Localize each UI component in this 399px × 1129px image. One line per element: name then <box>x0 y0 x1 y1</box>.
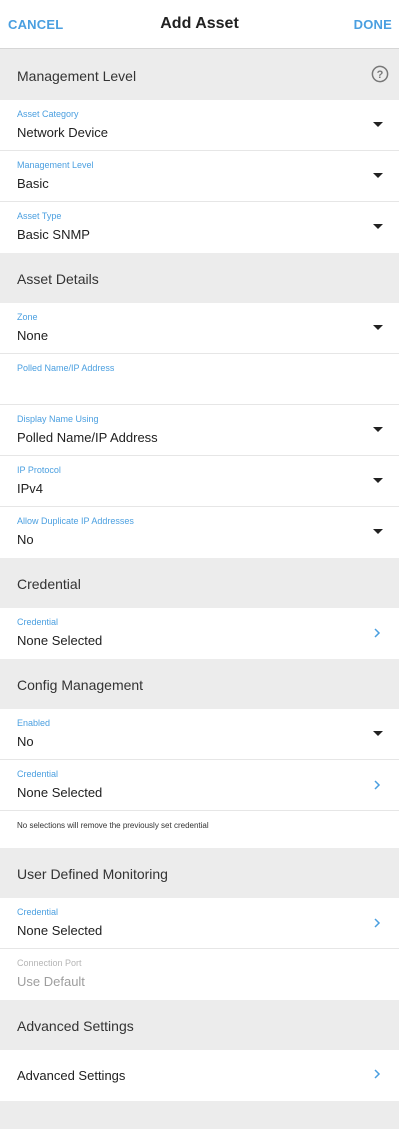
dropdown-caret-icon <box>373 122 383 127</box>
config-enabled-select[interactable]: Enabled No <box>0 709 399 760</box>
section-user-defined-monitoring: User Defined Monitoring <box>0 848 399 898</box>
field-label: Connection Port <box>17 958 82 968</box>
chevron-right-icon <box>374 918 381 928</box>
advanced-settings-label: Advanced Settings <box>17 1068 126 1083</box>
help-icon[interactable]: ? <box>371 65 389 83</box>
section-management-level: Management Level ? <box>0 50 399 100</box>
management-level-select[interactable]: Management Level Basic <box>0 151 399 202</box>
field-label: Credential <box>17 907 59 917</box>
field-value: Basic <box>17 176 49 191</box>
asset-category-select[interactable]: Asset Category Network Device <box>0 100 399 151</box>
field-label: Management Level <box>17 160 94 170</box>
field-value: Use Default <box>17 974 85 989</box>
field-value: None Selected <box>17 633 103 648</box>
field-value: IPv4 <box>17 481 44 496</box>
field-label: Enabled <box>17 718 51 728</box>
display-name-using-select[interactable]: Display Name Using Polled Name/IP Addres… <box>0 405 399 456</box>
dropdown-caret-icon <box>373 427 383 432</box>
field-label: Zone <box>17 312 38 322</box>
section-title: Advanced Settings <box>17 1018 134 1034</box>
field-value: Basic SNMP <box>17 227 90 242</box>
udm-credential-picker[interactable]: Credential None Selected <box>0 898 399 949</box>
section-title: Credential <box>17 576 81 592</box>
field-value: None Selected <box>17 785 103 800</box>
field-label: Asset Category <box>17 109 79 119</box>
dropdown-caret-icon <box>373 173 383 178</box>
asset-type-select[interactable]: Asset Type Basic SNMP <box>0 202 399 253</box>
credential-picker[interactable]: Credential None Selected <box>0 608 399 659</box>
section-title: User Defined Monitoring <box>17 866 168 882</box>
dropdown-caret-icon <box>373 731 383 736</box>
zone-select[interactable]: Zone None <box>0 303 399 354</box>
section-asset-details: Asset Details <box>0 253 399 303</box>
helper-note: No selections will remove the previously… <box>17 821 209 830</box>
field-label: Display Name Using <box>17 414 99 424</box>
done-button[interactable]: DONE <box>354 17 392 32</box>
chevron-right-icon <box>374 628 381 638</box>
section-title: Management Level <box>17 68 137 84</box>
connection-port-field: Connection Port Use Default <box>0 949 399 1000</box>
section-title: Asset Details <box>17 271 99 287</box>
field-label: Polled Name/IP Address <box>17 363 115 373</box>
field-value: None Selected <box>17 923 103 938</box>
field-value: None <box>17 328 49 343</box>
field-label: Credential <box>17 617 59 627</box>
advanced-settings-link[interactable]: Advanced Settings <box>0 1050 399 1101</box>
polled-name-input[interactable]: Polled Name/IP Address <box>0 354 399 405</box>
chevron-right-icon <box>374 780 381 790</box>
config-note-row: No selections will remove the previously… <box>0 811 399 848</box>
config-credential-picker[interactable]: Credential None Selected <box>0 760 399 811</box>
section-title: Config Management <box>17 677 144 693</box>
field-label: Credential <box>17 769 59 779</box>
svg-text:?: ? <box>377 69 384 81</box>
field-value: Polled Name/IP Address <box>17 430 158 445</box>
chevron-right-icon <box>374 1069 381 1079</box>
allow-duplicate-ip-select[interactable]: Allow Duplicate IP Addresses No <box>0 507 399 558</box>
field-label: IP Protocol <box>17 465 61 475</box>
section-config-management: Config Management <box>0 659 399 709</box>
dropdown-caret-icon <box>373 478 383 483</box>
field-label: Allow Duplicate IP Addresses <box>17 516 134 526</box>
dropdown-caret-icon <box>373 224 383 229</box>
section-advanced-settings: Advanced Settings <box>0 1000 399 1050</box>
ip-protocol-select[interactable]: IP Protocol IPv4 <box>0 456 399 507</box>
dropdown-caret-icon <box>373 325 383 330</box>
section-credential: Credential <box>0 558 399 608</box>
page-title: Add Asset <box>160 15 239 32</box>
field-label: Asset Type <box>17 211 62 221</box>
top-bar: CANCEL Add Asset DONE <box>0 0 399 49</box>
dropdown-caret-icon <box>373 529 383 534</box>
field-value: No <box>17 734 34 749</box>
field-value: Network Device <box>17 125 109 140</box>
field-value: No <box>17 532 34 547</box>
